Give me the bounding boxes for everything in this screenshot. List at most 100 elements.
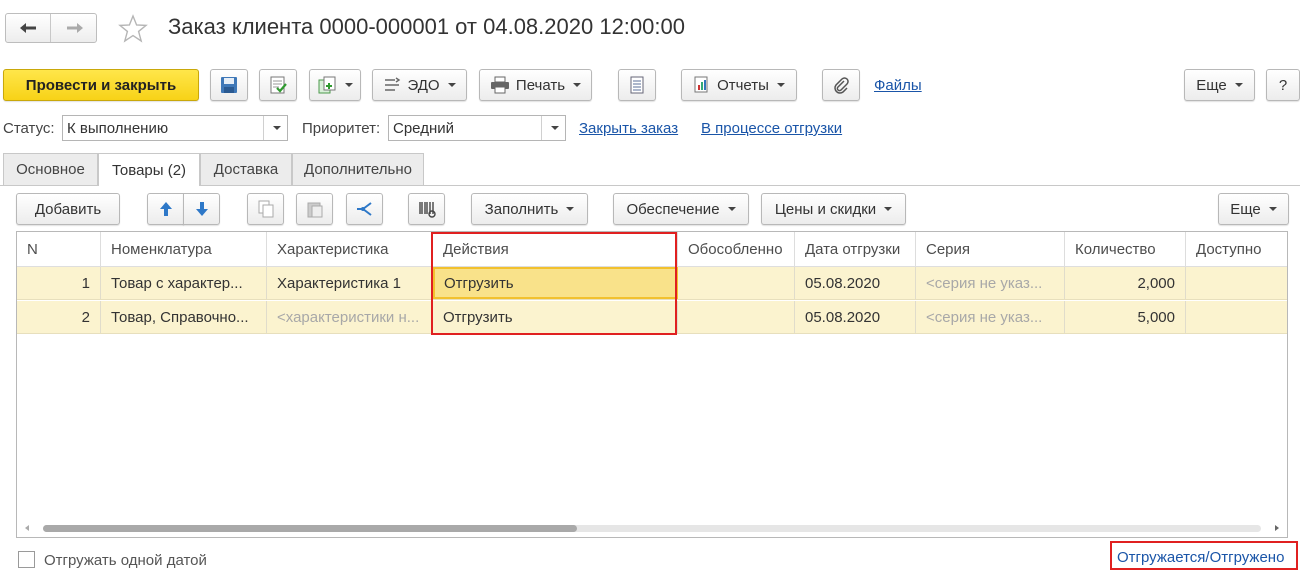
ship-one-date-checkbox[interactable] <box>18 551 35 568</box>
dropdown-arrow-icon[interactable] <box>541 116 565 140</box>
chevron-down-icon <box>884 207 893 211</box>
ship-date-cell[interactable]: 05.08.2020 <box>795 301 916 333</box>
scroll-thumb[interactable] <box>43 525 577 532</box>
arrow-right-icon <box>66 23 83 33</box>
tab-main[interactable]: Основное <box>3 153 98 185</box>
action-cell[interactable]: Отгрузить <box>433 301 678 333</box>
arrow-up-icon <box>159 202 172 216</box>
help-button[interactable]: ? <box>1266 69 1300 101</box>
ship-date-cell[interactable]: 05.08.2020 <box>795 267 916 299</box>
col-header-characteristic[interactable]: Характеристика <box>267 232 433 266</box>
window-title: Заказ клиента 0000-000001 от 04.08.2020 … <box>168 14 685 39</box>
available-cell <box>1186 267 1287 299</box>
status-select[interactable]: К выполнению <box>62 115 288 141</box>
copy-button[interactable] <box>247 193 284 225</box>
col-header-series[interactable]: Серия <box>916 232 1065 266</box>
favorite-star-icon[interactable] <box>118 14 148 48</box>
provision-label: Обеспечение <box>626 200 720 218</box>
chevron-down-icon <box>1234 83 1243 87</box>
reports-button[interactable]: Отчеты <box>681 69 797 101</box>
priority-value: Средний <box>393 119 454 137</box>
item-cell[interactable]: Товар, Справочно... <box>101 301 267 333</box>
scroll-right-icon[interactable] <box>1275 525 1279 531</box>
action-cell[interactable]: Отгрузить <box>433 267 678 299</box>
tab-delivery[interactable]: Доставка <box>200 153 292 185</box>
barcode-button[interactable] <box>408 193 445 225</box>
separate-cell[interactable] <box>678 267 795 299</box>
col-header-quantity[interactable]: Количество <box>1065 232 1186 266</box>
shipping-in-progress-link[interactable]: В процессе отгрузки <box>701 120 842 137</box>
ship-one-date-label[interactable]: Отгружать одной датой <box>44 552 207 569</box>
chevron-down-icon <box>1268 207 1277 211</box>
quantity-cell[interactable]: 2,000 <box>1065 267 1186 299</box>
shipping-status-link[interactable]: Отгружается/Отгружено <box>1117 549 1284 566</box>
move-down-button[interactable] <box>183 193 220 225</box>
chevron-down-icon <box>345 83 353 87</box>
back-button[interactable] <box>6 14 51 42</box>
files-link[interactable]: Файлы <box>874 77 922 94</box>
prices-and-discounts-button[interactable]: Цены и скидки <box>761 193 906 225</box>
fill-button[interactable]: Заполнить <box>471 193 588 225</box>
priority-select[interactable]: Средний <box>388 115 566 141</box>
close-order-link[interactable]: Закрыть заказ <box>579 120 678 137</box>
scroll-left-icon[interactable] <box>25 525 29 531</box>
print-button[interactable]: Печать <box>479 69 592 101</box>
reports-label: Отчеты <box>717 76 769 94</box>
forward-button[interactable] <box>52 14 97 42</box>
create-based-on-button[interactable] <box>309 69 361 101</box>
table-header: N Номенклатура Характеристика Действия О… <box>17 232 1287 267</box>
tab-goods[interactable]: Товары (2) <box>98 153 200 186</box>
dropdown-arrow-icon[interactable] <box>263 116 287 140</box>
edo-button[interactable]: ЭДО <box>372 69 467 101</box>
split-arrows-icon <box>356 202 372 216</box>
table-row[interactable]: 2 Товар, Справочно... <характеристики н.… <box>17 301 1287 334</box>
col-header-separate[interactable]: Обособленно <box>678 232 795 266</box>
characteristic-cell[interactable]: Характеристика 1 <box>267 267 433 299</box>
arrow-left-icon <box>20 23 36 33</box>
table-row[interactable]: 1 Товар с характер... Характеристика 1 О… <box>17 267 1287 300</box>
post-button[interactable] <box>259 69 297 101</box>
add-button[interactable]: Добавить <box>16 193 120 225</box>
separate-cell[interactable] <box>678 301 795 333</box>
tab-additional[interactable]: Дополнительно <box>292 153 424 185</box>
clipboard-icon <box>307 202 322 218</box>
characteristic-cell[interactable]: <характеристики н... <box>267 301 433 333</box>
move-up-button[interactable] <box>147 193 184 225</box>
split-row-button[interactable] <box>346 193 383 225</box>
more-label: Еще <box>1196 76 1227 94</box>
grid-more-button[interactable]: Еще <box>1218 193 1289 225</box>
structure-button[interactable] <box>618 69 656 101</box>
edo-label: ЭДО <box>407 76 440 94</box>
copy-icon <box>258 200 273 218</box>
chevron-down-icon <box>776 83 785 87</box>
nav-buttons <box>5 13 97 43</box>
col-header-ship-date[interactable]: Дата отгрузки <box>795 232 916 266</box>
series-cell[interactable]: <серия не указ... <box>916 267 1065 299</box>
col-header-available[interactable]: Доступно <box>1186 232 1287 266</box>
save-button[interactable] <box>210 69 248 101</box>
chevron-down-icon <box>727 207 736 211</box>
floppy-disk-icon <box>221 77 237 93</box>
series-cell[interactable]: <серия не указ... <box>916 301 1065 333</box>
goods-table: N Номенклатура Характеристика Действия О… <box>16 231 1288 538</box>
report-icon <box>694 76 708 93</box>
col-header-n[interactable]: N <box>17 232 101 266</box>
chevron-down-icon <box>447 83 456 87</box>
item-cell[interactable]: Товар с характер... <box>101 267 267 299</box>
attach-file-button[interactable] <box>822 69 860 101</box>
quantity-cell[interactable]: 5,000 <box>1065 301 1186 333</box>
edo-icon <box>385 77 401 91</box>
horizontal-scrollbar[interactable] <box>17 520 1287 537</box>
more-button[interactable]: Еще <box>1184 69 1255 101</box>
paste-button[interactable] <box>296 193 333 225</box>
chevron-down-icon <box>573 83 582 87</box>
grid-more-label: Еще <box>1230 200 1261 218</box>
fill-label: Заполнить <box>484 200 559 218</box>
status-value: К выполнению <box>67 119 169 137</box>
print-label: Печать <box>515 76 566 94</box>
post-and-close-button[interactable]: Провести и закрыть <box>3 69 199 101</box>
row-number: 1 <box>17 267 101 299</box>
col-header-item[interactable]: Номенклатура <box>101 232 267 266</box>
col-header-actions[interactable]: Действия <box>433 232 678 266</box>
provision-button[interactable]: Обеспечение <box>613 193 749 225</box>
